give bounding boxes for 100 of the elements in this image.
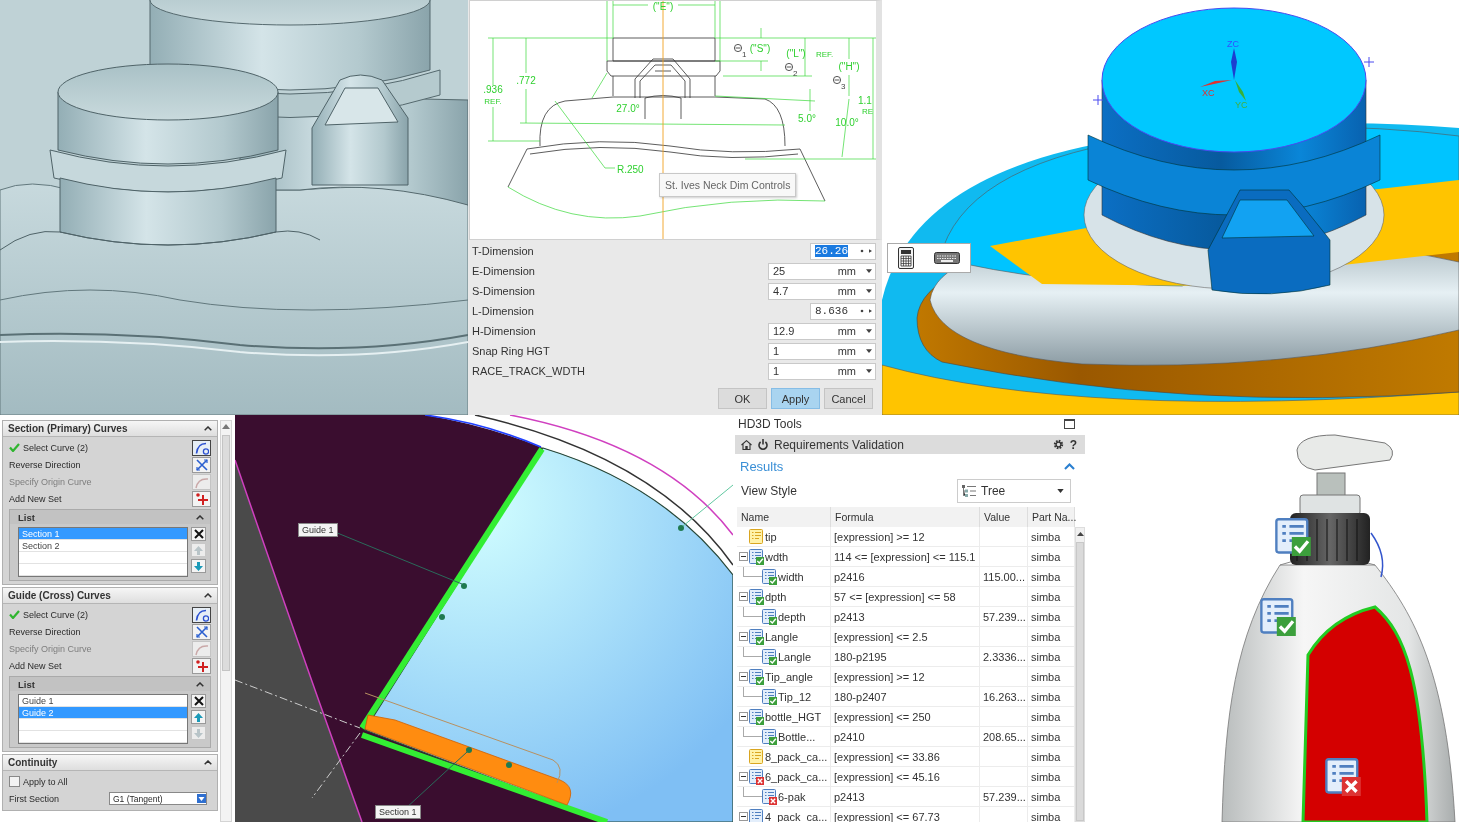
checkbox[interactable] <box>9 776 20 787</box>
section-header[interactable]: Section (Primary) Curves <box>3 421 217 437</box>
requirement-name[interactable]: 6-pak <box>778 790 806 803</box>
field-label: H-Dimension <box>472 325 536 337</box>
list-header[interactable]: List <box>10 677 210 691</box>
unit-dropdown[interactable]: mm <box>835 265 872 277</box>
requirement-name[interactable]: Langle <box>765 630 799 643</box>
requirement-name[interactable]: Bottle... <box>778 730 816 743</box>
settings-icon[interactable] <box>1052 439 1064 450</box>
collapse-toggle-icon[interactable] <box>739 592 748 601</box>
reverse-direction-button[interactable] <box>192 623 211 640</box>
column-header[interactable]: Name <box>737 507 831 527</box>
input-field[interactable]: 1 mm <box>768 342 876 360</box>
requirement-name[interactable]: width <box>778 570 804 583</box>
options-dots-icon[interactable] <box>860 309 872 313</box>
continuity-dropdown[interactable]: G1 (Tangent) <box>109 792 207 805</box>
maximize-icon[interactable] <box>1064 419 1075 429</box>
requirement-name[interactable]: dpth <box>765 590 787 603</box>
input-field[interactable]: 4.7 mm <box>768 282 876 300</box>
unit-dropdown[interactable]: mm <box>835 345 872 357</box>
point-marker <box>678 525 684 531</box>
delete-icon <box>193 696 204 706</box>
add-set-icon <box>195 659 208 672</box>
requirement-name[interactable]: depth <box>778 610 806 623</box>
requirement-name[interactable]: 6_pack_ca... <box>765 770 828 783</box>
scrollbar[interactable] <box>1075 527 1085 822</box>
input-field[interactable]: 1 mm <box>768 362 876 380</box>
delete-icon <box>193 529 204 539</box>
column-header[interactable]: Part Na... <box>1028 507 1075 527</box>
formula-cell: p2413 <box>831 607 980 626</box>
view-style-dropdown[interactable]: Tree <box>957 479 1071 503</box>
input-field[interactable]: 12.9 mm <box>768 322 876 340</box>
scroll-up-icon[interactable] <box>1076 532 1084 536</box>
remove-button[interactable] <box>191 694 206 708</box>
section-header[interactable]: Guide (Cross) Curves <box>3 588 217 604</box>
formula-cell: [expression] <= 250 <box>831 707 980 726</box>
scrollbar[interactable] <box>220 420 232 822</box>
requirement-name[interactable]: 8_pack_ca... <box>765 750 828 763</box>
input-field[interactable]: 25 mm <box>768 262 876 280</box>
requirement-name[interactable]: Tip_angle <box>765 670 813 683</box>
scrollbar-thumb[interactable] <box>1076 542 1084 821</box>
dimension-label: .772 <box>516 75 536 86</box>
collapse-toggle-icon[interactable] <box>739 672 748 681</box>
collapse-toggle-icon[interactable] <box>739 552 748 561</box>
list-header[interactable]: List <box>10 510 210 524</box>
dimension-label: R.250 <box>617 164 644 175</box>
requirement-name[interactable]: bottle_HGT <box>765 710 822 723</box>
scrollbar-thumb[interactable] <box>222 435 230 671</box>
curve-select-button[interactable] <box>192 606 211 623</box>
row-label: First Section <box>9 793 60 804</box>
formula-cell: p2413 <box>831 787 980 806</box>
home-icon[interactable] <box>741 439 752 450</box>
keyboard-icon[interactable] <box>934 252 960 264</box>
field-label: T-Dimension <box>472 245 534 257</box>
point-marker <box>461 583 467 589</box>
checklist-check-icon <box>1260 598 1296 636</box>
collapse-toggle-icon[interactable] <box>739 812 748 821</box>
add-set-button[interactable] <box>192 490 211 507</box>
collapse-toggle-icon[interactable] <box>739 772 748 781</box>
input-field[interactable]: 26.26 <box>810 242 876 260</box>
requirement-name[interactable]: wdth <box>765 550 789 563</box>
list-item[interactable]: Section 2 <box>19 540 187 552</box>
caret-icon <box>1057 489 1064 493</box>
dialog-button[interactable]: Apply <box>771 388 820 409</box>
datum-number: 2 <box>793 69 798 78</box>
column-header[interactable]: Formula <box>831 507 980 527</box>
requirement-name[interactable]: Langle <box>778 650 812 663</box>
axis-triad-icon <box>1200 48 1246 101</box>
tooltip: St. Ives Neck Dim Controls <box>659 173 797 197</box>
help-button[interactable]: ? <box>1069 437 1077 452</box>
dialog-button[interactable]: Cancel <box>824 388 873 409</box>
scroll-up-icon[interactable] <box>222 424 230 429</box>
curve-select-button[interactable] <box>192 439 211 456</box>
unit-dropdown[interactable]: mm <box>835 365 872 377</box>
reverse-direction-button[interactable] <box>192 456 211 473</box>
caret-icon <box>866 349 872 353</box>
collapse-toggle-icon[interactable] <box>739 632 748 641</box>
collapse-toggle-icon[interactable] <box>739 712 748 721</box>
formula-cell: [expression] <= 33.86 <box>831 747 980 766</box>
add-set-button[interactable] <box>192 657 211 674</box>
options-dots-icon[interactable] <box>860 249 872 253</box>
unit-dropdown[interactable]: mm <box>835 285 872 297</box>
power-icon[interactable] <box>758 439 768 450</box>
dimension-label: ("S") <box>749 43 771 54</box>
requirement-name[interactable]: tip <box>765 530 777 543</box>
callout-label: Section 1 <box>375 805 421 819</box>
section-header[interactable]: Continuity <box>3 755 217 771</box>
field-label: RACE_TRACK_WDTH <box>472 365 586 377</box>
remove-button[interactable] <box>191 527 206 541</box>
input-field[interactable]: 8.636 <box>810 302 876 320</box>
column-header[interactable]: Value <box>980 507 1028 527</box>
dialog-button[interactable]: OK <box>718 388 767 409</box>
requirement-name[interactable]: Tip_12 <box>778 690 812 703</box>
calculator-icon[interactable] <box>898 247 914 269</box>
dimension-label: REF. <box>816 50 834 59</box>
down-arrow-icon <box>194 728 203 738</box>
section-title[interactable]: Results <box>740 459 784 474</box>
move-down-button[interactable] <box>191 559 206 573</box>
unit-dropdown[interactable]: mm <box>835 325 872 337</box>
caret-icon[interactable] <box>197 794 206 803</box>
